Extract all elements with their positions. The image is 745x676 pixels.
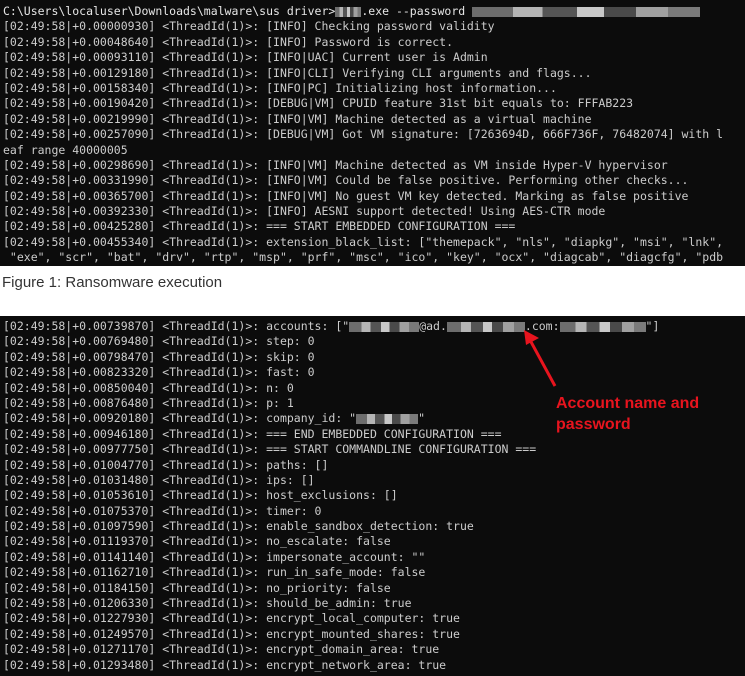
log-line: [02:49:58|+0.00455340] <ThreadId(1)>: ex… — [3, 234, 724, 249]
log-line: [02:49:58|+0.00331990] <ThreadId(1)>: [I… — [3, 173, 689, 188]
log-line: "exe", "scr", "bat", "drv", "rtp", "msp"… — [3, 250, 724, 265]
log-line: [02:49:58|+0.01141140] <ThreadId(1)>: im… — [3, 549, 426, 564]
callout-annotation: Account name and password — [556, 393, 699, 435]
log-line: [02:49:58|+0.01097590] <ThreadId(1)>: en… — [3, 519, 474, 534]
accounts-prefix: [02:49:58|+0.00739870] <ThreadId(1)>: ac… — [3, 319, 350, 333]
log-line: [02:49:58|+0.01119370] <ThreadId(1)>: no… — [3, 534, 391, 549]
log-line: [02:49:58|+0.00365700] <ThreadId(1)>: [I… — [3, 188, 689, 203]
redacted-account-password — [559, 321, 646, 332]
log-line: [02:49:58|+0.01162710] <ThreadId(1)>: ru… — [3, 565, 426, 580]
log-line: eaf range 40000005 — [3, 142, 128, 157]
log-lines: [02:49:58|+0.00000930] <ThreadId(1)>: [I… — [0, 19, 745, 265]
log-line: [02:49:58|+0.00129180] <ThreadId(1)>: [I… — [3, 65, 592, 80]
log-line: [02:49:58|+0.00190420] <ThreadId(1)>: [D… — [3, 96, 634, 111]
callout-arrow-icon — [524, 330, 557, 387]
log-line: [02:49:58|+0.01249570] <ThreadId(1)>: en… — [3, 626, 460, 641]
log-line: [02:49:58|+0.00000930] <ThreadId(1)>: [I… — [3, 19, 495, 34]
log-line: [02:49:58|+0.01053610] <ThreadId(1)>: ho… — [3, 488, 398, 503]
log-line: [02:49:58|+0.00392330] <ThreadId(1)>: [I… — [3, 204, 606, 219]
log-lines: [02:49:58|+0.00946180] <ThreadId(1)>: ==… — [0, 427, 745, 673]
log-line: [02:49:58|+0.01031480] <ThreadId(1)>: ip… — [3, 472, 315, 487]
redacted-password — [472, 6, 701, 17]
log-line: [02:49:58|+0.01227930] <ThreadId(1)>: en… — [3, 611, 460, 626]
log-line: [02:49:58|+0.00219990] <ThreadId(1)>: [I… — [3, 111, 592, 126]
log-line: [02:49:58|+0.00158340] <ThreadId(1)>: [I… — [3, 80, 557, 95]
log-line: [02:49:58|+0.01075370] <ThreadId(1)>: ti… — [3, 503, 322, 518]
log-line: [02:49:58|+0.00425280] <ThreadId(1)>: ==… — [3, 219, 516, 234]
log-line: [02:49:58|+0.00798470] <ThreadId(1)>: sk… — [3, 349, 315, 364]
command-prompt: C:\Users\localuser\Downloads\malware\sus… — [3, 4, 336, 18]
command-text: .exe --password — [361, 4, 466, 18]
redacted-domain — [446, 321, 525, 332]
log-line: [02:49:58|+0.00977750] <ThreadId(1)>: ==… — [3, 442, 537, 457]
figure-caption: Figure 1: Ransomware execution — [2, 274, 223, 291]
log-line: [02:49:58|+0.00048640] <ThreadId(1)>: [I… — [3, 34, 454, 49]
log-line: [02:49:58|+0.00298690] <ThreadId(1)>: [I… — [3, 157, 668, 172]
callout-line-2: password — [556, 416, 631, 433]
redacted-company-id — [356, 413, 419, 424]
log-line: [02:49:58|+0.01293480] <ThreadId(1)>: en… — [3, 657, 447, 672]
terminal-output-figure-1: C:\Users\localuser\Downloads\malware\sus… — [0, 0, 745, 266]
company-id-end: " — [418, 411, 426, 426]
log-line: [02:49:58|+0.00823320] <ThreadId(1)>: fa… — [3, 365, 315, 380]
accounts-domain-at: @ad. — [419, 319, 447, 333]
log-line-accounts: [02:49:58|+0.00739870] <ThreadId(1)>: ac… — [0, 319, 745, 334]
redacted-account-name — [349, 321, 420, 332]
log-line: [02:49:58|+0.01271170] <ThreadId(1)>: en… — [3, 642, 440, 657]
callout-line-1: Account name and — [556, 395, 700, 412]
log-line: [02:49:58|+0.00257090] <ThreadId(1)>: [D… — [3, 127, 724, 142]
company-id-prefix: [02:49:58|+0.00920180] <ThreadId(1)>: co… — [3, 411, 357, 426]
log-line: [02:49:58|+0.01004770] <ThreadId(1)>: pa… — [3, 457, 329, 472]
command-line: C:\Users\localuser\Downloads\malware\sus… — [0, 4, 745, 19]
log-line: [02:49:58|+0.01184150] <ThreadId(1)>: no… — [3, 580, 391, 595]
log-line: [02:49:58|+0.00093110] <ThreadId(1)>: [I… — [3, 50, 488, 65]
accounts-end: "] — [645, 319, 660, 333]
terminal-output-figure-2: [02:49:58|+0.00739870] <ThreadId(1)>: ac… — [0, 316, 745, 676]
log-line: [02:49:58|+0.01206330] <ThreadId(1)>: sh… — [3, 596, 412, 611]
log-line: [02:49:58|+0.00769480] <ThreadId(1)>: st… — [3, 334, 315, 349]
redacted-exe-name — [335, 6, 362, 17]
